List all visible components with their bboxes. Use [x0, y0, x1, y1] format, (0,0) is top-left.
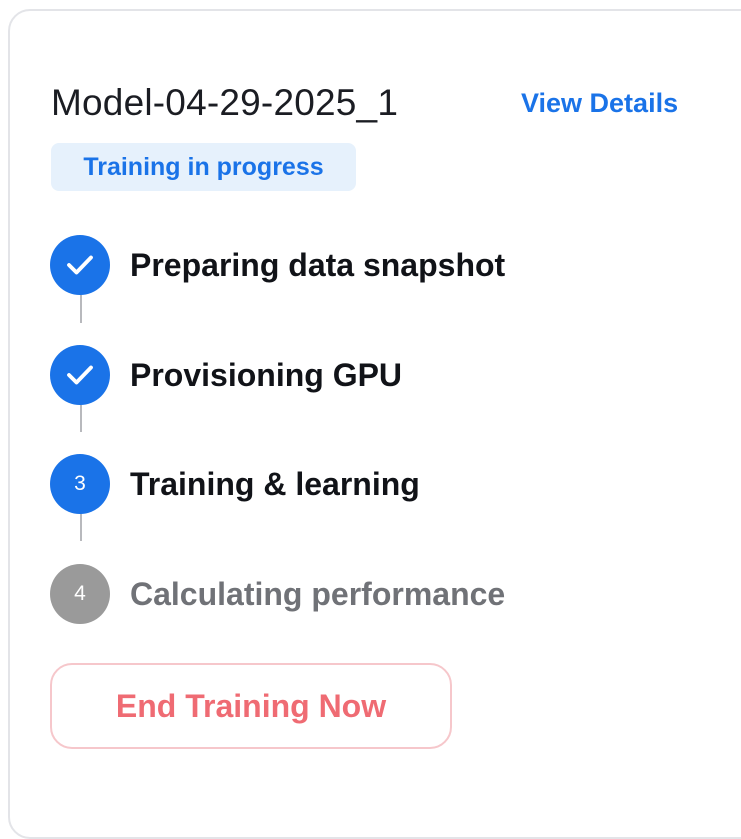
step-complete-indicator [50, 345, 110, 405]
check-icon [67, 365, 93, 385]
step-label: Calculating performance [130, 576, 506, 612]
step-connector [80, 293, 82, 323]
step-label: Provisioning GPU [130, 357, 403, 393]
step-calculating-performance: 4 Calculating performance [50, 564, 650, 624]
step-label: Training & learning [130, 466, 420, 502]
step-provisioning-gpu: Provisioning GPU [50, 345, 650, 405]
step-number-indicator: 4 [50, 564, 110, 624]
step-training-learning: 3 Training & learning [50, 454, 650, 514]
step-number-indicator: 3 [50, 454, 110, 514]
step-complete-indicator [50, 235, 110, 295]
step-connector [80, 402, 82, 432]
end-training-button[interactable]: End Training Now [50, 663, 452, 749]
step-label: Preparing data snapshot [130, 247, 506, 283]
step-preparing-data-snapshot: Preparing data snapshot [50, 235, 650, 295]
check-icon [67, 255, 93, 275]
step-connector [80, 511, 82, 541]
